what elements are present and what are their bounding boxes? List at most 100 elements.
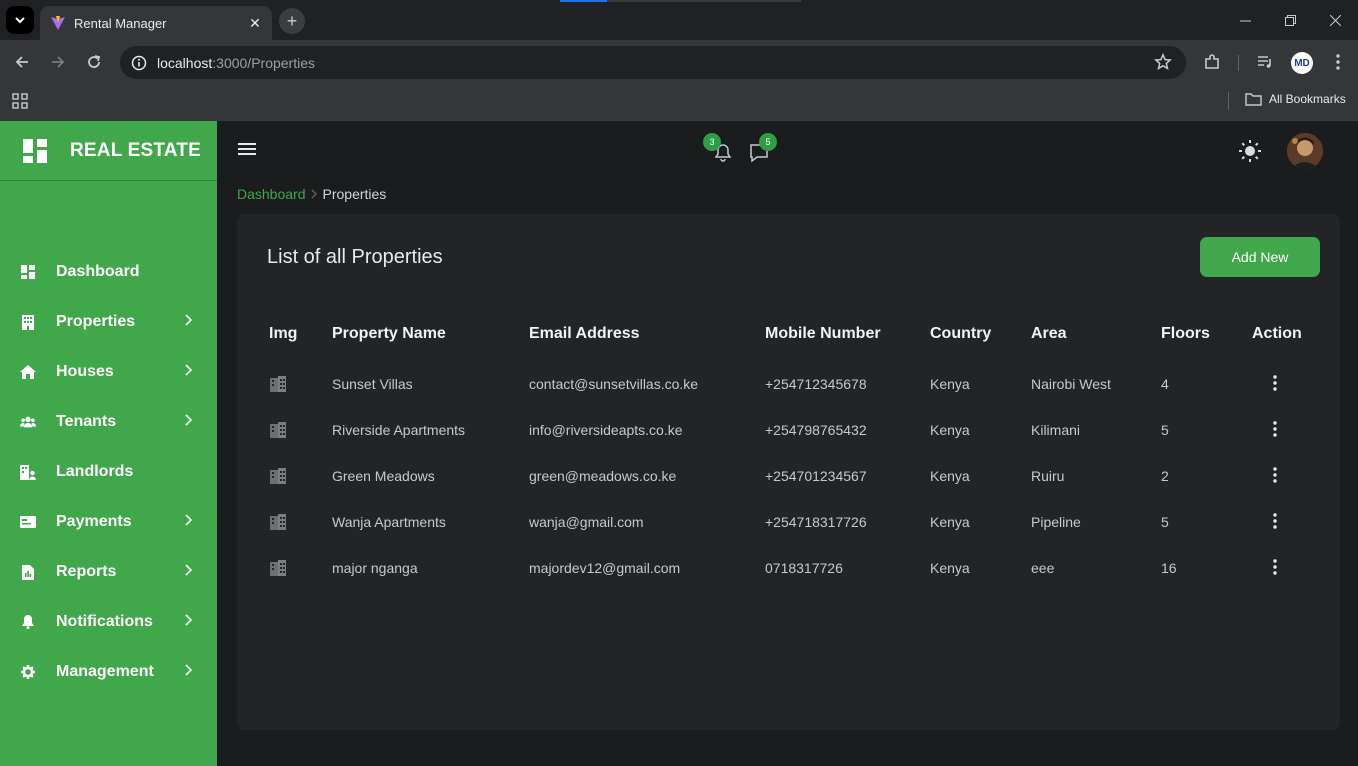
- row-actions-button[interactable]: [1267, 419, 1283, 439]
- property-image-icon: [270, 468, 286, 484]
- sidebar-item-houses[interactable]: Houses: [0, 347, 217, 397]
- chevron-right-icon: [185, 564, 193, 576]
- breadcrumb-dashboard-link[interactable]: Dashboard: [237, 186, 306, 202]
- sidebar-item-properties[interactable]: Properties: [0, 297, 217, 347]
- sidebar-item-label: Properties: [56, 313, 136, 330]
- chevron-right-icon: [185, 514, 193, 526]
- brand[interactable]: REAL ESTATE: [0, 121, 217, 181]
- table-row[interactable]: Wanja Apartments wanja@gmail.com +254718…: [237, 500, 1340, 546]
- back-button[interactable]: [8, 48, 36, 76]
- cell-country: Kenya: [930, 422, 970, 438]
- bookmark-star-icon[interactable]: [1153, 52, 1173, 76]
- tab-title: Rental Manager: [74, 15, 167, 31]
- column-header-country: Country: [930, 325, 992, 342]
- column-header-mobile: Mobile Number: [765, 325, 881, 342]
- menu-toggle-icon[interactable]: [237, 141, 257, 162]
- table-row[interactable]: major nganga majordev12@gmail.com 071831…: [237, 546, 1340, 592]
- tab-search-button[interactable]: [6, 6, 34, 34]
- minimize-button[interactable]: [1223, 0, 1268, 40]
- loading-indicator: [560, 0, 801, 2]
- message-count-badge: 5: [759, 133, 777, 151]
- browser-tab[interactable]: Rental Manager ✕: [40, 6, 272, 40]
- chevron-right-icon: [311, 189, 317, 199]
- reload-button[interactable]: [80, 48, 108, 76]
- restore-icon: [1285, 14, 1296, 26]
- sidebar-item-tenants[interactable]: Tenants: [0, 397, 217, 447]
- property-image-icon: [270, 560, 286, 576]
- address-bar[interactable]: localhost:3000/Properties: [120, 46, 1186, 79]
- properties-card: List of all Properties Add New Img Prope…: [237, 214, 1340, 730]
- sidebar-item-label: Reports: [56, 563, 117, 580]
- row-actions-button[interactable]: [1267, 511, 1283, 531]
- column-header-area: Area: [1031, 325, 1067, 342]
- media-controls-icon[interactable]: [1254, 51, 1276, 73]
- breadcrumb: Dashboard Properties: [237, 186, 386, 202]
- more-vertical-icon: [1273, 467, 1277, 483]
- profile-avatar[interactable]: MD: [1291, 52, 1313, 74]
- toolbar-separator: [1238, 55, 1239, 71]
- user-avatar[interactable]: [1287, 133, 1323, 169]
- cell-email: green@meadows.co.ke: [529, 468, 677, 484]
- tab-close-icon[interactable]: ✕: [244, 15, 266, 32]
- sidebar-item-management[interactable]: Management: [0, 647, 217, 697]
- chevron-right-icon: [185, 414, 193, 426]
- app-header: 3 5: [217, 121, 1358, 181]
- table-row[interactable]: Riverside Apartments info@riversideapts.…: [237, 408, 1340, 454]
- browser-menu-icon[interactable]: [1327, 51, 1349, 73]
- sidebar-item-reports[interactable]: Reports: [0, 547, 217, 597]
- cell-country: Kenya: [930, 560, 970, 576]
- table-row[interactable]: Sunset Villas contact@sunsetvillas.co.ke…: [237, 362, 1340, 408]
- chevron-right-icon: [185, 614, 193, 626]
- column-header-img: Img: [269, 325, 298, 342]
- sidebar-nav: Dashboard Properties Houses Tenants Land…: [0, 247, 217, 697]
- all-bookmarks-label: All Bookmarks: [1269, 92, 1346, 106]
- new-tab-button[interactable]: +: [279, 8, 305, 34]
- notifications-button[interactable]: 3: [703, 133, 736, 163]
- browser-tab-strip: Rental Manager ✕ +: [0, 0, 1358, 40]
- url-host: localhost: [157, 54, 213, 71]
- users-icon: [20, 414, 36, 430]
- row-actions-button[interactable]: [1267, 465, 1283, 485]
- sidebar-item-payments[interactable]: Payments: [0, 497, 217, 547]
- apps-grid-icon[interactable]: [12, 93, 28, 114]
- messages-button[interactable]: 5: [748, 133, 777, 163]
- site-info-button[interactable]: [128, 52, 150, 74]
- forward-button[interactable]: [44, 48, 72, 76]
- sidebar-item-label: Landlords: [56, 463, 134, 480]
- sidebar-item-notifications[interactable]: Notifications: [0, 597, 217, 647]
- add-new-button[interactable]: Add New: [1200, 237, 1320, 277]
- cell-property-name: Riverside Apartments: [332, 422, 466, 438]
- cell-area: Pipeline: [1031, 514, 1081, 530]
- more-vertical-icon: [1273, 559, 1277, 575]
- cell-area: Nairobi West: [1031, 376, 1111, 392]
- url-text: localhost:3000/Properties: [157, 55, 315, 71]
- close-window-button[interactable]: [1313, 0, 1358, 40]
- table-row[interactable]: Green Meadows green@meadows.co.ke +25470…: [237, 454, 1340, 500]
- brand-name: REAL ESTATE: [70, 139, 201, 161]
- sidebar-item-label: Payments: [56, 513, 132, 530]
- bookmarks-bar: All Bookmarks: [0, 85, 1358, 121]
- sidebar-item-landlords[interactable]: Landlords: [0, 447, 217, 497]
- row-actions-button[interactable]: [1267, 373, 1283, 393]
- property-image-icon: [270, 422, 286, 438]
- cell-email: info@riversideapts.co.ke: [529, 422, 683, 438]
- theme-toggle-icon[interactable]: [1239, 140, 1261, 167]
- close-icon: [1330, 14, 1341, 26]
- sidebar-item-dashboard[interactable]: Dashboard: [0, 247, 217, 297]
- info-icon: [131, 55, 147, 70]
- vite-logo-icon: [51, 16, 65, 30]
- cell-country: Kenya: [930, 514, 970, 530]
- all-bookmarks-button[interactable]: All Bookmarks: [1245, 92, 1346, 106]
- cell-area: Kilimani: [1031, 422, 1081, 438]
- cell-property-name: Green Meadows: [332, 468, 435, 484]
- row-actions-button[interactable]: [1267, 557, 1283, 577]
- extensions-icon[interactable]: [1201, 51, 1223, 73]
- sidebar-item-label: Houses: [56, 363, 114, 380]
- user-photo: [1287, 133, 1323, 169]
- property-image-icon: [270, 376, 286, 392]
- property-image-icon: [270, 514, 286, 530]
- chevron-right-icon: [185, 314, 193, 326]
- restore-button[interactable]: [1268, 0, 1313, 40]
- more-vertical-icon: [1273, 513, 1277, 529]
- sidebar-item-label: Dashboard: [56, 263, 140, 280]
